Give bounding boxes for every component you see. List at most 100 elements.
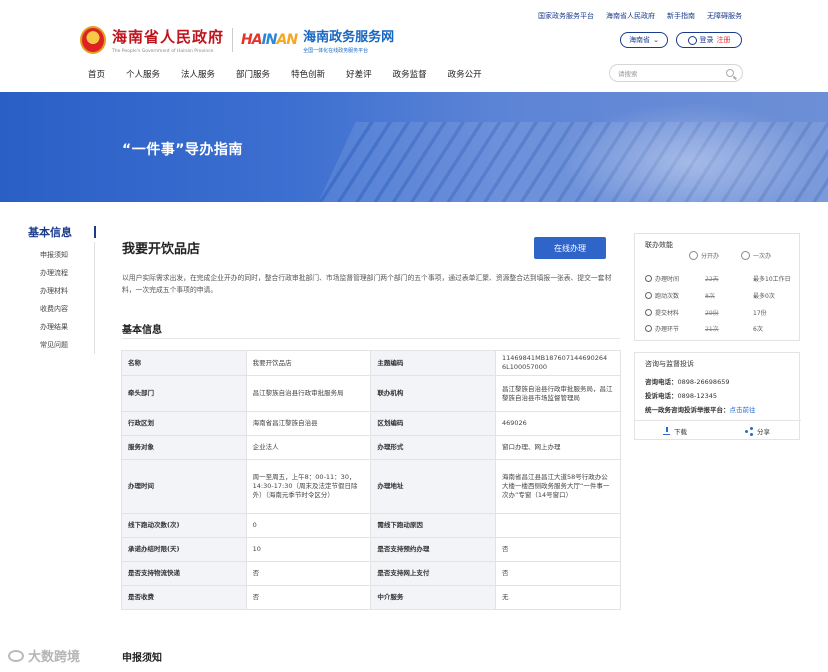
table-row: 牵头部门 昌江黎族自治县行政审批服务局 联办机构 昌江黎族自治县行政审批服务局，… xyxy=(121,375,622,412)
nav-item-review[interactable]: 好差评 xyxy=(346,68,372,80)
logo-divider xyxy=(232,28,234,52)
share-icon xyxy=(745,427,753,435)
table-row: 办理时间 周一至周五，上午8：00-11：30，14:30-17:30（周末及法… xyxy=(121,459,622,514)
table-row: 服务对象 企业法人 办理形式 窗口办理、网上办理 xyxy=(121,435,622,460)
table-row: 承诺办结时限(天) 10 是否支持预约办理 否 xyxy=(121,537,622,562)
sidebar-list: 申报须知 办理流程 办理材料 收费内容 办理结果 常见问题 xyxy=(40,250,68,358)
table-cell-key: 办理时间 xyxy=(121,459,247,514)
chevron-down-icon: ⌄ xyxy=(653,36,659,44)
intro-text: 以用户实际需求出发，在完成企业开办的同时，整合行政审批部门、市场监督管理部门两个… xyxy=(122,274,612,294)
register-link[interactable]: 注册 xyxy=(717,35,731,45)
sidebar-item-fees[interactable]: 收费内容 xyxy=(40,304,68,322)
effect-panel-title: 联办效能 xyxy=(645,241,673,249)
download-label: 下载 xyxy=(674,428,687,436)
gov-logo[interactable]: 海南省人民政府 The People's Government of Haina… xyxy=(112,26,224,54)
nav-item-home[interactable]: 首页 xyxy=(88,68,105,80)
nav-item-department[interactable]: 部门服务 xyxy=(236,68,270,80)
section-divider xyxy=(122,338,620,339)
sidebar-active-indicator xyxy=(94,226,96,238)
table-row: 线下跑动次数(次) 0 需线下跑动原因 xyxy=(121,513,622,538)
search-icon[interactable] xyxy=(726,69,734,77)
share-label: 分享 xyxy=(757,428,770,436)
table-cell-value xyxy=(494,513,622,538)
steps-icon xyxy=(645,325,652,332)
table-cell-value: 昌江黎族自治县行政审批服务局 xyxy=(245,375,372,412)
nav-item-innovation[interactable]: 特色创新 xyxy=(291,68,325,80)
sidebar-item-result[interactable]: 办理结果 xyxy=(40,322,68,340)
effect-row: 跑动次数 8次 最多0次 xyxy=(645,291,795,300)
table-cell-key: 是否支持预约办理 xyxy=(370,537,496,562)
national-emblem-icon xyxy=(80,26,106,54)
download-button[interactable]: 下载 xyxy=(663,426,687,436)
banner-title: “一件事”导办指南 xyxy=(122,142,243,158)
run-icon xyxy=(645,292,652,299)
tab-once-label: 一次办 xyxy=(753,253,772,260)
online-apply-button[interactable]: 在线办理 xyxy=(534,237,606,259)
table-cell-value: 周一至周五，上午8：00-11：30，14:30-17:30（周末及法定节假日除… xyxy=(245,459,372,514)
table-cell-key: 区划编码 xyxy=(370,411,496,436)
table-cell-value: 海南省昌江县昌江大道58号行政办公大楼一楼西侧政务服务大厅“一件事一次办”专窗（… xyxy=(494,459,622,514)
table-cell-value: 我要开饮品店 xyxy=(245,350,372,376)
table-row: 名称 我要开饮品店 主题编码 11469841MB187607144690264… xyxy=(121,350,622,376)
nav-item-supervision[interactable]: 政务监督 xyxy=(393,68,427,80)
tab-once[interactable]: 一次办 xyxy=(741,251,771,260)
document-icon xyxy=(645,309,652,316)
table-cell-key: 主题编码 xyxy=(370,350,496,376)
sidebar-divider xyxy=(94,242,95,354)
effect-row: 提交材料 29份 17份 xyxy=(645,308,795,317)
nav-item-legal[interactable]: 法人服务 xyxy=(181,68,215,80)
top-links: 国家政务服务平台 海南省人民政府 新手指南 无障碍服务 xyxy=(538,11,742,21)
table-cell-key: 线下跑动次数(次) xyxy=(121,513,247,538)
table-cell-key: 是否支持网上支付 xyxy=(370,561,496,586)
platform-link[interactable]: 点击前往 xyxy=(730,406,756,414)
complaint-platform: 统一政务咨询投诉举报平台：点击前往 xyxy=(645,406,756,414)
consult-phone: 咨询电话：0898-26698659 xyxy=(645,378,730,386)
gov-title: 海南省人民政府 xyxy=(112,28,225,46)
sidebar-item-process[interactable]: 办理流程 xyxy=(40,268,68,286)
nav-item-personal[interactable]: 个人服务 xyxy=(126,68,160,80)
sidebar-item-faq[interactable]: 常见问题 xyxy=(40,340,68,358)
top-link[interactable]: 新手指南 xyxy=(667,11,695,21)
table-cell-key: 中介服务 xyxy=(370,585,496,610)
basic-info-table: 名称 我要开饮品店 主题编码 11469841MB187607144690264… xyxy=(121,350,622,610)
sidebar-item-materials[interactable]: 办理材料 xyxy=(40,286,68,304)
region-selector[interactable]: 海南省 ⌄ xyxy=(620,32,668,48)
page-title: 我要开饮品店 xyxy=(122,242,201,257)
table-cell-key: 是否收费 xyxy=(121,585,247,610)
search-input[interactable]: 请搜索 xyxy=(609,64,743,82)
table-cell-value: 否 xyxy=(494,537,622,562)
effect-row: 办理时间 22天 最多10工作日 xyxy=(645,274,795,283)
consult-panel-title: 咨询与监督投诉 xyxy=(645,360,694,368)
user-icon xyxy=(687,35,697,45)
table-cell-value: 无 xyxy=(494,585,622,610)
top-link[interactable]: 海南省人民政府 xyxy=(606,11,655,21)
table-cell-key: 行政区划 xyxy=(121,411,247,436)
table-row: 是否收费 否 中介服务 无 xyxy=(121,585,622,610)
table-cell-value: 11469841MB187607144690264 6L100057000 xyxy=(494,350,622,376)
table-cell-key: 名称 xyxy=(121,350,247,376)
table-cell-key: 需线下跑动原因 xyxy=(370,513,496,538)
table-cell-value: 海南省昌江黎族自治县 xyxy=(245,411,372,436)
share-button[interactable]: 分享 xyxy=(745,426,770,436)
top-link[interactable]: 国家政务服务平台 xyxy=(538,11,594,21)
service-logo[interactable]: 海南政务服务网 全国一体化在线政务服务平台 xyxy=(303,26,394,54)
hand-graphic xyxy=(560,102,820,202)
top-link[interactable]: 无障碍服务 xyxy=(707,11,742,21)
tab-separate[interactable]: 分开办 xyxy=(689,251,719,260)
service-title: 海南政务服务网 xyxy=(303,30,395,45)
table-cell-value: 10 xyxy=(245,537,372,562)
table-cell-key: 是否支持物流快递 xyxy=(121,561,247,586)
clock-icon xyxy=(689,251,698,260)
nav-item-public[interactable]: 政务公开 xyxy=(448,68,482,80)
sidebar-item-notice[interactable]: 申报须知 xyxy=(40,250,68,268)
download-icon xyxy=(663,427,670,435)
sidebar-title[interactable]: 基本信息 xyxy=(28,224,72,240)
table-cell-key: 办理形式 xyxy=(370,435,496,460)
main-nav: 首页 个人服务 法人服务 部门服务 特色创新 好差评 政务监督 政务公开 xyxy=(88,68,503,80)
table-cell-value: 窗口办理、网上办理 xyxy=(494,435,622,460)
service-subtitle: 全国一体化在线政务服务平台 xyxy=(303,48,369,54)
login-link[interactable]: 登录 xyxy=(700,35,714,45)
table-cell-value: 企业法人 xyxy=(245,435,372,460)
login-register-button[interactable]: 登录 注册 xyxy=(676,32,742,48)
table-cell-key: 牵头部门 xyxy=(121,375,247,412)
